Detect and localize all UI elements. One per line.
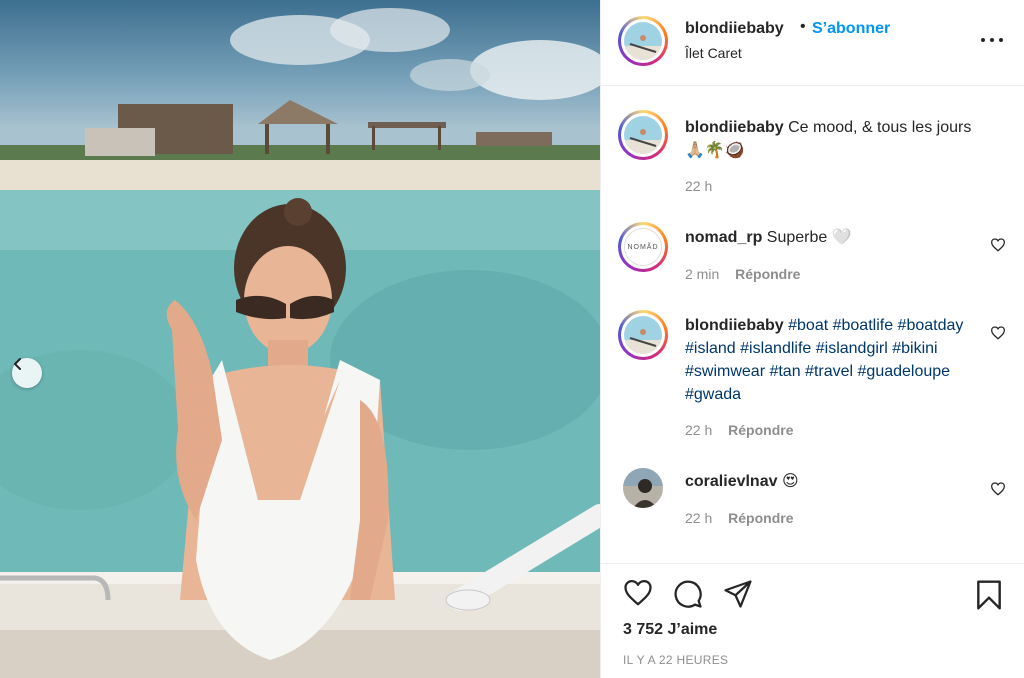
comment-meta: 2 min Répondre (685, 266, 800, 282)
comment-time: 22 h (685, 422, 713, 438)
comment-meta: 22 h Répondre (685, 510, 793, 526)
like-comment-heart-icon[interactable] (990, 482, 1006, 496)
comment-avatar[interactable]: NOMÃD (618, 222, 668, 272)
location-link[interactable]: Îlet Caret (685, 45, 742, 61)
comment-time: 2 min (685, 266, 720, 282)
separator-dot: • (800, 18, 806, 35)
comment-avatar-image (624, 316, 662, 354)
author-username[interactable]: blondiiebaby (685, 20, 784, 38)
post-image (0, 8, 600, 678)
paper-plane-icon[interactable] (723, 579, 753, 609)
chevron-left-icon (14, 358, 21, 370)
comment-username[interactable]: nomad_rp (685, 229, 762, 246)
comment-username[interactable]: blondiiebaby (685, 317, 784, 334)
comment-username[interactable]: coralievlnav (685, 473, 778, 490)
comment-text: nomad_rp Superbe 🤍 (685, 226, 975, 249)
post-panel: blondiiebaby • S’abonner Îlet Caret blon… (600, 0, 1024, 678)
comment-avatar[interactable] (623, 468, 663, 508)
author-avatar[interactable] (618, 16, 668, 66)
reply-button[interactable]: Répondre (728, 422, 793, 438)
comment-body: Superbe 🤍 (766, 229, 852, 246)
comment-text: coralievlnav 😍 (685, 470, 975, 493)
heart-icon[interactable] (623, 579, 653, 607)
post-photo (0, 0, 600, 678)
author-avatar-image (624, 22, 662, 60)
more-options-icon[interactable] (981, 30, 1003, 50)
like-count[interactable]: 3 752 J’aime (623, 621, 717, 639)
comment-meta: 22 h Répondre (685, 422, 793, 438)
like-comment-heart-icon[interactable] (990, 238, 1006, 252)
previous-photo-button[interactable] (12, 358, 42, 388)
comment-avatar-image (623, 468, 663, 508)
bookmark-icon[interactable] (975, 579, 1003, 611)
reply-button[interactable]: Répondre (735, 266, 800, 282)
comment-bubble-icon[interactable] (673, 579, 703, 609)
comment-time: 22 h (685, 510, 713, 526)
caption-username[interactable]: blondiiebaby (685, 119, 784, 136)
post-header: blondiiebaby • S’abonner Îlet Caret (601, 0, 1024, 86)
caption-avatar-image (624, 116, 662, 154)
caption-time: 22 h (685, 178, 713, 194)
comment-avatar[interactable] (618, 310, 668, 360)
comment-body: 😍 (781, 473, 799, 490)
follow-button[interactable]: S’abonner (812, 20, 890, 38)
comment-text: blondiiebaby #boat #boatlife #boatday #i… (685, 314, 975, 406)
caption-text: blondiiebaby Ce mood, & tous les jours 🙏… (685, 116, 975, 162)
caption-avatar[interactable] (618, 110, 668, 160)
post-time: IL Y A 22 HEURES (623, 653, 729, 667)
reply-button[interactable]: Répondre (728, 510, 793, 526)
post-actions: 3 752 J’aime IL Y A 22 HEURES (601, 563, 1024, 678)
like-comment-heart-icon[interactable] (990, 326, 1006, 340)
nomad-logo: NOMÃD (624, 228, 662, 266)
